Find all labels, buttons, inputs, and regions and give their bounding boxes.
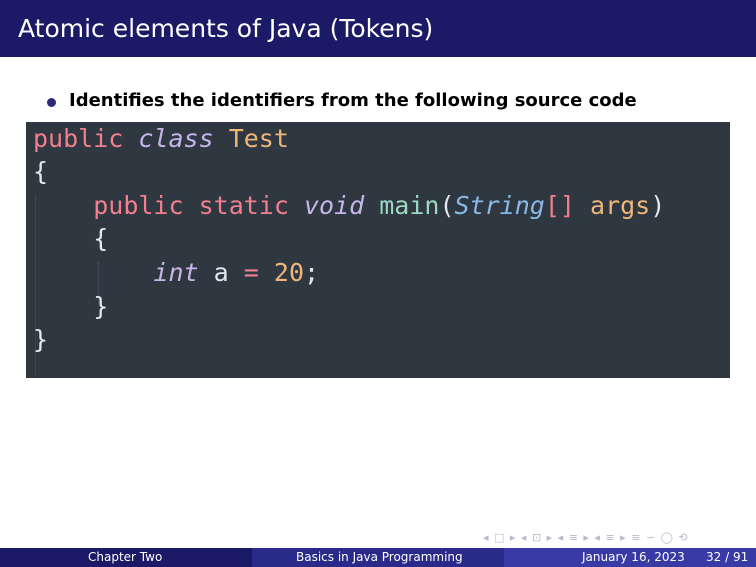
code-line-2: { (33, 157, 48, 186)
keyword-public: public (93, 191, 184, 220)
beamer-navigation-icons[interactable]: ◂ □ ▸ ◂ ⊡ ▸ ◂ ≡ ▸ ◂ ≡ ▸ ≡ ∽ ◯ ⟲ (483, 531, 689, 544)
open-brace: { (93, 224, 109, 253)
footer-date-page: January 16, 2023 32 / 91 (504, 548, 756, 567)
number-literal: 20 (273, 258, 304, 287)
code-line-4: { (33, 224, 108, 253)
footer-page: 32 / 91 (706, 550, 749, 564)
close-brace: } (33, 325, 49, 354)
bullet-text: Identifies the identifiers from the foll… (69, 90, 637, 111)
paren-open: ( (439, 191, 455, 220)
keyword-class: class (138, 124, 214, 153)
footer-course-text: Basics in Java Programming (296, 550, 463, 564)
array-brackets: [] (544, 191, 575, 220)
keyword-void: void (303, 191, 365, 220)
type-string: String (454, 191, 545, 220)
method-name: main (379, 191, 440, 220)
footer-chapter-text: Chapter Two (88, 550, 163, 564)
code-block: public class Test { public static void m… (26, 122, 730, 378)
code-line-6: } (33, 292, 108, 321)
footer-date: January 16, 2023 (582, 550, 685, 564)
code-line-1: public class Test (33, 124, 289, 153)
open-brace: { (33, 157, 49, 186)
footer-course: Basics in Java Programming (252, 548, 504, 567)
keyword-static: static (198, 191, 289, 220)
footer-chapter: Chapter Two (0, 548, 252, 567)
code-line-7: } (33, 325, 48, 354)
keyword-int: int (153, 258, 199, 287)
assign-operator: = (243, 258, 259, 287)
slide-title: Atomic elements of Java (Tokens) (18, 14, 434, 43)
paren-close: ) (650, 191, 666, 220)
variable-a: a (213, 258, 229, 287)
bullet-icon (47, 98, 56, 107)
close-brace: } (93, 292, 109, 321)
title-bar: Atomic elements of Java (Tokens) (0, 0, 756, 57)
class-name: Test (228, 124, 289, 153)
param-args: args (590, 191, 651, 220)
semicolon: ; (304, 258, 320, 287)
code-line-3: public static void main(String[] args) (33, 191, 665, 220)
keyword-public: public (33, 124, 124, 153)
footer-bar: Chapter Two Basics in Java Programming J… (0, 548, 756, 567)
code-line-5: int a = 20; (33, 258, 319, 287)
